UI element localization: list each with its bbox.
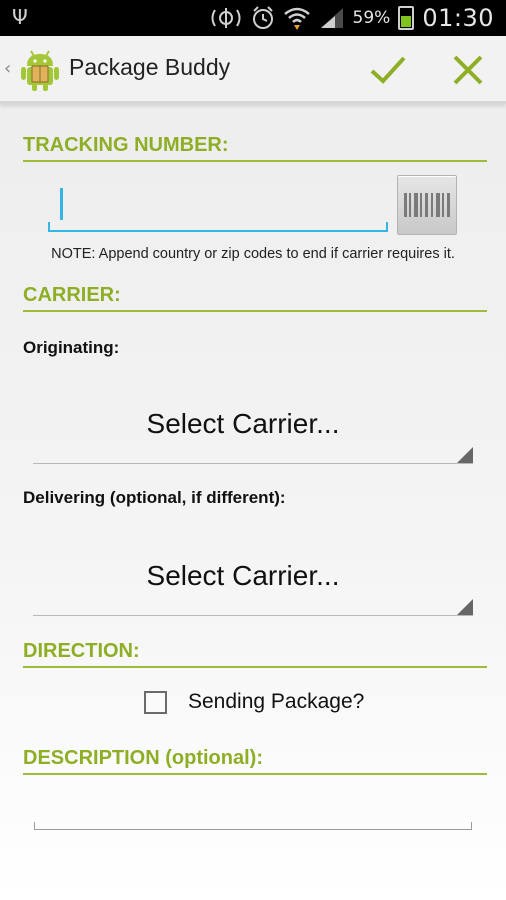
description-input-edge-right (471, 822, 472, 830)
delivering-label: Delivering (optional, if different): (23, 488, 286, 507)
carrier-header: CARRIER: (23, 284, 487, 312)
description-input[interactable] (34, 790, 472, 830)
direction-header: DIRECTION: (23, 640, 487, 668)
status-icons: 59% 01:30 (209, 0, 494, 36)
sending-package-checkbox[interactable] (144, 691, 167, 714)
delivering-carrier-select[interactable]: Select Carrier... (33, 548, 473, 616)
action-bar: ‹ Package Buddy (0, 36, 506, 104)
check-icon[interactable] (366, 48, 410, 92)
up-caret-icon[interactable]: ‹ (4, 58, 11, 79)
tracking-input-edge-left (48, 222, 50, 232)
status-bar: Ψ 59% 01:30 (0, 0, 506, 36)
dropdown-arrow-icon (457, 447, 473, 463)
tracking-input-edge-right (386, 222, 388, 232)
alarm-icon (252, 6, 273, 29)
usb-icon: Ψ (12, 5, 28, 29)
description-header: DESCRIPTION (optional): (23, 747, 487, 775)
battery-percent: 59% (352, 8, 391, 28)
originating-carrier-select[interactable]: Select Carrier... (33, 396, 473, 464)
dropdown-arrow-icon (457, 599, 473, 615)
originating-carrier-value: Select Carrier... (146, 408, 340, 439)
barcode-icon (404, 193, 450, 217)
clock: 01:30 (422, 4, 494, 32)
wifi-icon (283, 7, 310, 30)
tracking-number-input[interactable] (48, 180, 388, 232)
battery-charging-icon (398, 6, 415, 30)
nfc-icon (211, 8, 241, 28)
tracking-number-header: TRACKING NUMBER: (23, 134, 487, 162)
description-input-edge-left (34, 822, 35, 830)
sending-package-label[interactable]: Sending Package? (188, 690, 364, 714)
delivering-carrier-value: Select Carrier... (146, 560, 340, 591)
app-logo-icon[interactable] (20, 48, 60, 92)
barcode-scan-button[interactable] (397, 175, 457, 235)
originating-label: Originating: (23, 338, 120, 357)
app-title: Package Buddy (69, 54, 231, 80)
close-icon[interactable] (446, 48, 490, 92)
tracking-note: NOTE: Append country or zip codes to end… (51, 246, 455, 262)
text-cursor (60, 188, 63, 220)
signal-icon (320, 8, 343, 28)
